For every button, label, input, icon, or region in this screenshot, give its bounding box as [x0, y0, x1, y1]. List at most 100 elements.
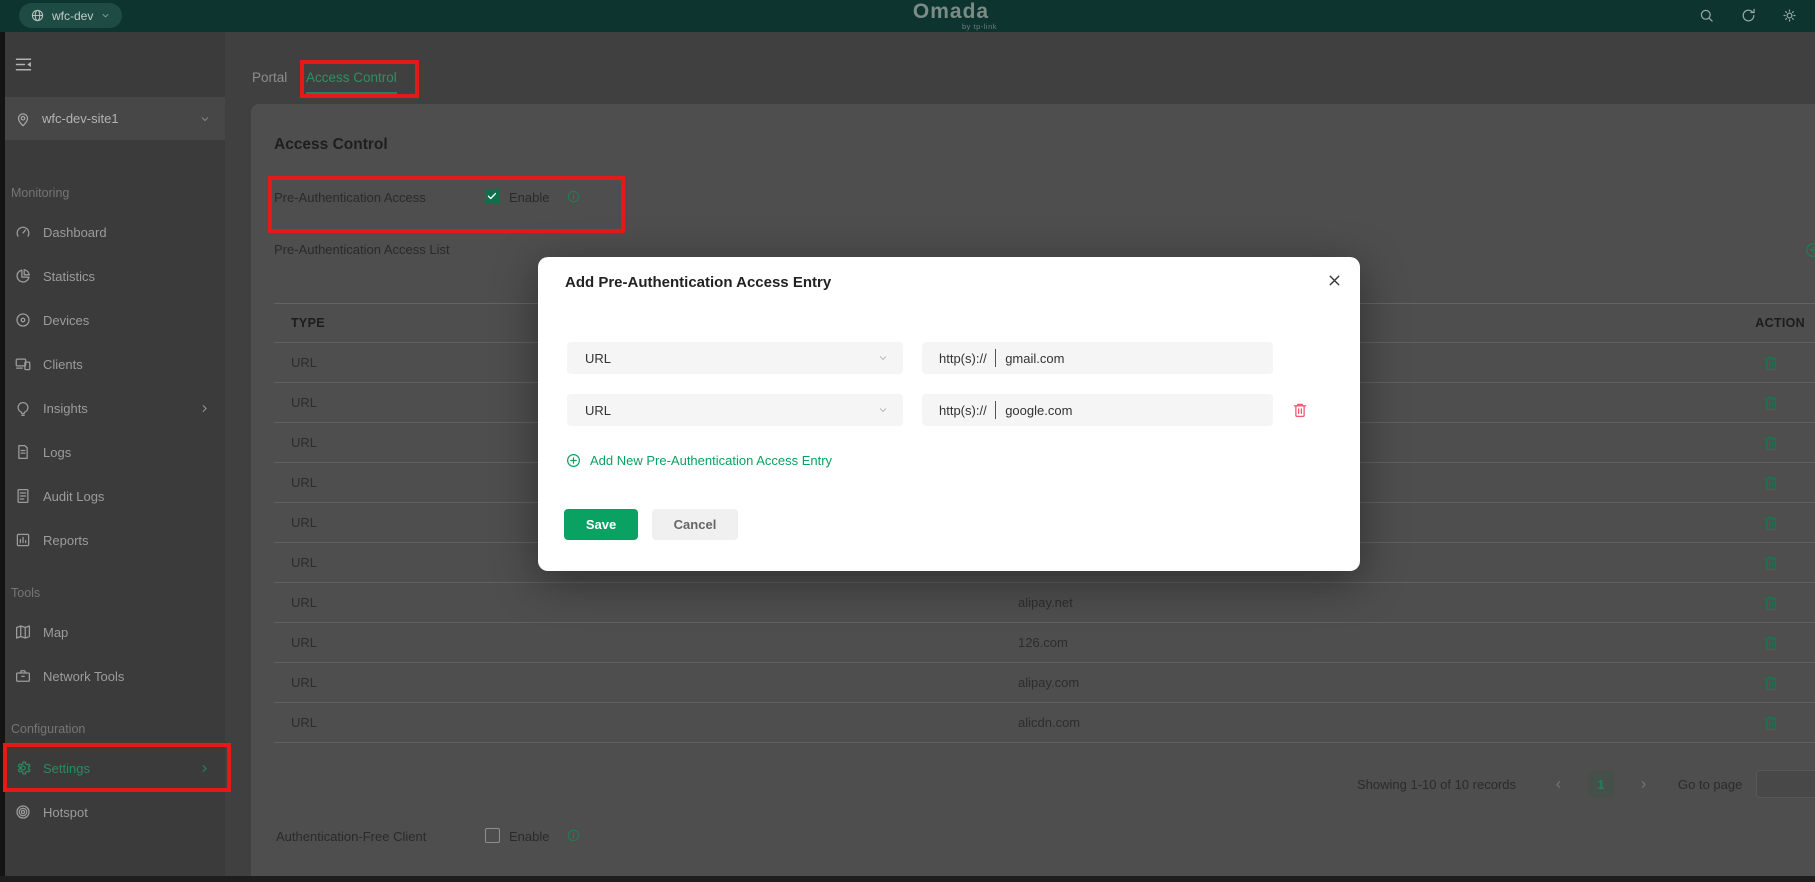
sidebar-item-clients[interactable]: Clients: [0, 342, 225, 386]
close-icon[interactable]: [1326, 272, 1343, 289]
auth-free-enable-checkbox[interactable]: [485, 828, 500, 843]
sidebar-item-insights[interactable]: Insights: [0, 386, 225, 430]
input-cursor-divider: [995, 401, 997, 419]
entry-type: URL: [274, 595, 1018, 610]
page-number-button[interactable]: 1: [1588, 771, 1614, 797]
previous-page-button[interactable]: [1552, 778, 1565, 791]
sidebar-collapse-button[interactable]: [13, 54, 34, 75]
sidebar-item-map[interactable]: Map: [0, 610, 225, 654]
chevron-right-icon: [198, 762, 211, 775]
entry-value: alipay.com: [1018, 675, 1725, 690]
delete-entry-button[interactable]: [1762, 674, 1780, 692]
sidebar-item-logs[interactable]: Logs: [0, 430, 225, 474]
reports-icon: [14, 531, 32, 549]
sidebar-item-settings[interactable]: Settings: [0, 746, 225, 790]
sidebar-item-label: Hotspot: [43, 805, 88, 820]
sidebar-item-hotspot[interactable]: Hotspot: [0, 790, 225, 834]
sidebar-item-label: Reports: [43, 533, 89, 548]
entry-value: alipay.net: [1018, 595, 1725, 610]
panel-title: Access Control: [274, 136, 388, 154]
entry-url-input[interactable]: http(s)://gmail.com: [922, 342, 1273, 374]
modal-entry-row: URL http(s)://gmail.com: [538, 342, 1360, 374]
add-new-entry-link[interactable]: Add New Pre-Authentication Access Entry: [565, 452, 832, 469]
entry-value: alicdn.com: [1018, 715, 1725, 730]
search-icon[interactable]: [1698, 7, 1715, 24]
entry-type-value: URL: [585, 351, 611, 366]
add-entry-modal: Add Pre-Authentication Access Entry URL h…: [538, 257, 1360, 571]
delete-entry-button[interactable]: [1762, 474, 1780, 492]
sidebar-item-reports[interactable]: Reports: [0, 518, 225, 562]
sidebar-item-dashboard[interactable]: Dashboard: [0, 210, 225, 254]
sidebar-item-statistics[interactable]: Statistics: [0, 254, 225, 298]
location-pin-icon: [14, 110, 32, 128]
chevron-right-icon: [198, 402, 211, 415]
auth-free-client-label: Authentication-Free Client: [276, 829, 426, 844]
modal-entry-row: URL http(s)://google.com: [538, 394, 1360, 426]
topbar: wfc-dev Omada by tp-link: [0, 0, 1815, 32]
globe-icon: [30, 8, 45, 23]
clients-icon: [14, 355, 32, 373]
dashboard-icon: [14, 223, 32, 241]
omada-logo: Omada by tp-link: [905, 1, 997, 31]
info-icon[interactable]: [566, 828, 581, 843]
devices-icon: [14, 311, 32, 329]
site-selector[interactable]: wfc-dev-site1: [0, 97, 225, 140]
tab-access-control[interactable]: Access Control: [306, 70, 397, 94]
entry-type: URL: [274, 715, 1018, 730]
delete-entry-button[interactable]: [1762, 354, 1780, 372]
entry-type-select[interactable]: URL: [567, 394, 903, 426]
sidebar-item-label: Insights: [43, 401, 88, 416]
table-row: URLalipay.net: [274, 583, 1815, 623]
controller-name: wfc-dev: [52, 9, 93, 23]
table-row: URL126.com: [274, 623, 1815, 663]
brightness-icon[interactable]: [1781, 7, 1798, 24]
next-page-button[interactable]: [1637, 778, 1650, 791]
cancel-button[interactable]: Cancel: [652, 509, 738, 540]
logo-text: Omada: [905, 1, 997, 22]
delete-entry-button[interactable]: [1762, 594, 1780, 612]
modal-title: Add Pre-Authentication Access Entry: [565, 274, 831, 291]
refresh-icon[interactable]: [1740, 7, 1757, 24]
sidebar-item-label: Network Tools: [43, 669, 124, 684]
insights-icon: [14, 399, 32, 417]
url-prefix: http(s)://: [939, 351, 987, 366]
delete-entry-button[interactable]: [1762, 394, 1780, 412]
entry-value: 126.com: [1018, 635, 1725, 650]
check-icon: [486, 190, 498, 202]
window-bottom-edge: [0, 876, 1815, 882]
goto-page-input[interactable]: [1756, 770, 1815, 798]
entry-type-select[interactable]: URL: [567, 342, 903, 374]
entry-type: URL: [274, 635, 1018, 650]
sidebar-item-network-tools[interactable]: Network Tools: [0, 654, 225, 698]
remove-entry-button[interactable]: [1291, 401, 1309, 419]
delete-entry-button[interactable]: [1762, 634, 1780, 652]
delete-entry-button[interactable]: [1762, 714, 1780, 732]
pre-auth-access-label: Pre-Authentication Access: [274, 190, 426, 205]
add-access-entry-button[interactable]: [1804, 241, 1815, 259]
statistics-icon: [14, 267, 32, 285]
circle-plus-icon: [565, 452, 582, 469]
pre-auth-enable-checkbox[interactable]: [485, 189, 500, 204]
map-icon: [14, 623, 32, 641]
sidebar-item-devices[interactable]: Devices: [0, 298, 225, 342]
delete-entry-button[interactable]: [1762, 554, 1780, 572]
pre-auth-list-label: Pre-Authentication Access List: [274, 242, 450, 257]
sidebar-item-audit-logs[interactable]: Audit Logs: [0, 474, 225, 518]
save-button[interactable]: Save: [564, 509, 638, 540]
pagination-summary: Showing 1-10 of 10 records: [1357, 777, 1516, 792]
controller-selector[interactable]: wfc-dev: [19, 3, 122, 28]
sidebar-item-label: Map: [43, 625, 68, 640]
info-icon[interactable]: [566, 189, 581, 204]
sidebar-item-label: Settings: [43, 761, 90, 776]
url-prefix: http(s)://: [939, 403, 987, 418]
delete-entry-button[interactable]: [1762, 434, 1780, 452]
chevron-down-icon: [877, 404, 889, 416]
sidebar-section-monitoring: Monitoring: [11, 183, 225, 203]
network-tools-icon: [14, 667, 32, 685]
site-name: wfc-dev-site1: [42, 111, 119, 126]
entry-url-input[interactable]: http(s)://google.com: [922, 394, 1273, 426]
tab-portal[interactable]: Portal: [252, 70, 287, 85]
delete-entry-button[interactable]: [1762, 514, 1780, 532]
logs-icon: [14, 443, 32, 461]
hotspot-icon: [14, 803, 32, 821]
